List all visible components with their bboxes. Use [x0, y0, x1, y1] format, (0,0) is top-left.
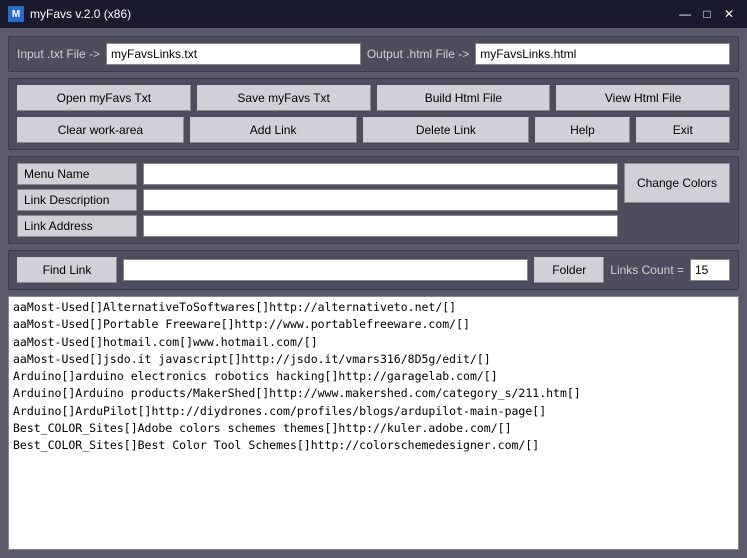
list-item[interactable]: aaMost-Used[]AlternativeToSoftwares[]htt…: [13, 299, 734, 316]
input-file-field[interactable]: [106, 43, 361, 65]
list-item[interactable]: Best_COLOR_Sites[]Adobe colors schemes t…: [13, 420, 734, 437]
find-link-input[interactable]: [123, 259, 528, 281]
file-row-section: Input .txt File -> Output .html File ->: [8, 36, 739, 72]
list-item[interactable]: aaMost-Used[]jsdo.it javascript[]http://…: [13, 351, 734, 368]
list-item[interactable]: Arduino[]ArduPilot[]http://diydrones.com…: [13, 403, 734, 420]
bottom-bar-section: Find Link Folder Links Count =: [8, 250, 739, 290]
input-file-label: Input .txt File ->: [17, 47, 100, 61]
minimize-button[interactable]: —: [675, 4, 695, 24]
app-title: myFavs v.2.0 (x86): [30, 7, 131, 21]
save-myfavs-txt-button[interactable]: Save myFavs Txt: [197, 85, 371, 111]
app-icon: M: [8, 6, 24, 22]
form-section: Menu Name Link Description Link Address …: [8, 156, 739, 244]
open-myfavs-txt-button[interactable]: Open myFavs Txt: [17, 85, 191, 111]
links-count-value[interactable]: [690, 259, 730, 281]
links-count-label: Links Count =: [610, 263, 684, 277]
link-description-label: Link Description: [17, 189, 137, 211]
window-controls: — □ ✕: [675, 4, 739, 24]
close-button[interactable]: ✕: [719, 4, 739, 24]
exit-button[interactable]: Exit: [636, 117, 730, 143]
folder-button[interactable]: Folder: [534, 257, 604, 283]
view-html-file-button[interactable]: View Html File: [556, 85, 730, 111]
menu-name-label: Menu Name: [17, 163, 137, 185]
link-description-input[interactable]: [143, 189, 618, 211]
link-address-input[interactable]: [143, 215, 618, 237]
list-item[interactable]: Arduino[]arduino electronics robotics ha…: [13, 368, 734, 385]
build-html-file-button[interactable]: Build Html File: [377, 85, 551, 111]
add-link-button[interactable]: Add Link: [190, 117, 357, 143]
clear-work-area-button[interactable]: Clear work-area: [17, 117, 184, 143]
link-address-label: Link Address: [17, 215, 137, 237]
link-description-row: Link Description: [17, 189, 618, 211]
output-file-field[interactable]: [475, 43, 730, 65]
output-file-label: Output .html File ->: [367, 47, 469, 61]
list-item[interactable]: aaMost-Used[]hotmail.com[]www.hotmail.co…: [13, 334, 734, 351]
links-list-area[interactable]: aaMost-Used[]AlternativeToSoftwares[]htt…: [8, 296, 739, 550]
link-address-row: Link Address: [17, 215, 618, 237]
list-item[interactable]: Best_COLOR_Sites[]Best Color Tool Scheme…: [13, 437, 734, 454]
maximize-button[interactable]: □: [697, 4, 717, 24]
delete-link-button[interactable]: Delete Link: [363, 117, 530, 143]
title-bar: M myFavs v.2.0 (x86) — □ ✕: [0, 0, 747, 28]
menu-name-input[interactable]: [143, 163, 618, 185]
buttons-section: Open myFavs Txt Save myFavs Txt Build Ht…: [8, 78, 739, 150]
list-item[interactable]: aaMost-Used[]Portable Freeware[]http://w…: [13, 316, 734, 333]
find-link-button[interactable]: Find Link: [17, 257, 117, 283]
menu-name-row: Menu Name: [17, 163, 618, 185]
list-item[interactable]: Arduino[]Arduino products/MakerShed[]htt…: [13, 385, 734, 402]
main-content: Input .txt File -> Output .html File -> …: [0, 28, 747, 558]
help-button[interactable]: Help: [535, 117, 629, 143]
change-colors-button[interactable]: Change Colors: [624, 163, 730, 203]
